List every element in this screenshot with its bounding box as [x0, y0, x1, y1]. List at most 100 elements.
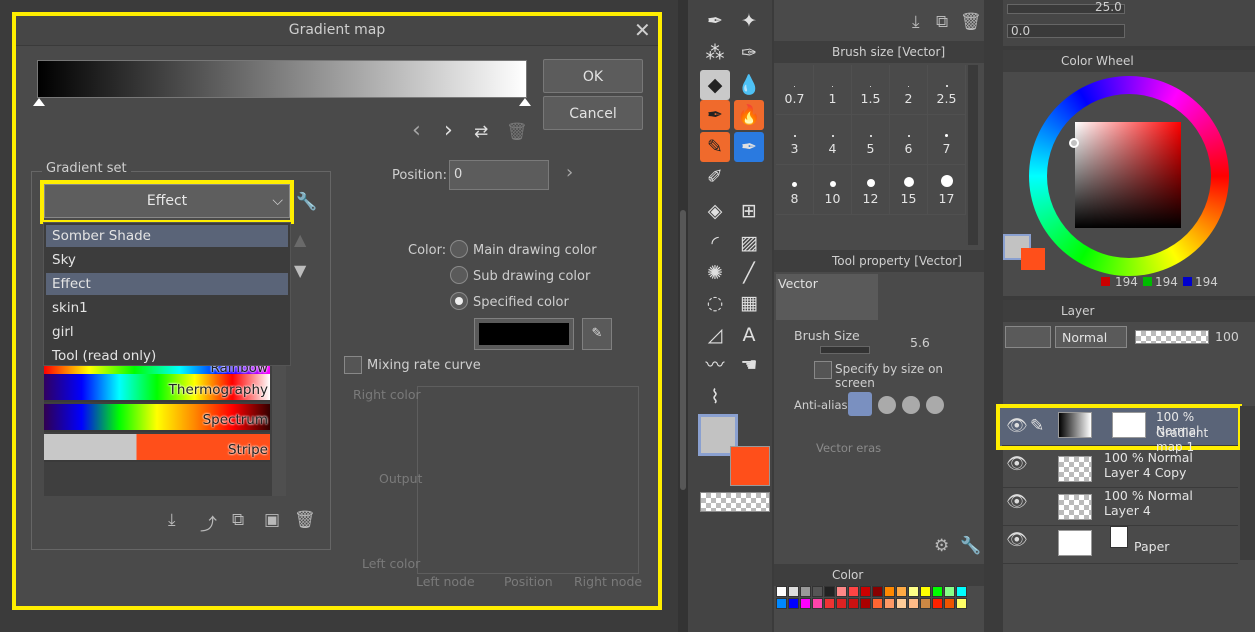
- brush-size-cell[interactable]: 1: [814, 65, 852, 115]
- sparkle-icon[interactable]: ✦: [734, 6, 764, 36]
- palette-swatch[interactable]: [812, 598, 823, 609]
- pen-icon[interactable]: ✒: [700, 6, 730, 36]
- palette-swatch[interactable]: [872, 586, 883, 597]
- palette-swatch[interactable]: [800, 598, 811, 609]
- palette-swatch[interactable]: [824, 598, 835, 609]
- menu-item-effect[interactable]: Effect: [46, 273, 288, 295]
- palette-swatch[interactable]: [932, 598, 943, 609]
- prev-node-icon[interactable]: ‹: [412, 118, 421, 143]
- blend-icon[interactable]: 🔥: [734, 100, 764, 130]
- palette-swatch[interactable]: [944, 586, 955, 597]
- specify-size-checkbox[interactable]: [814, 361, 832, 379]
- wave-icon[interactable]: 〰: [700, 350, 730, 380]
- wheel-sub-color[interactable]: [1021, 248, 1045, 270]
- menu-item-girl[interactable]: girl: [46, 321, 288, 343]
- download-icon[interactable]: ⤓: [912, 12, 920, 32]
- sv-square[interactable]: [1075, 122, 1181, 228]
- wrench-icon[interactable]: 🔧: [296, 192, 317, 212]
- hand-icon[interactable]: ☚: [734, 350, 764, 380]
- cancel-button[interactable]: Cancel: [543, 96, 643, 130]
- nib-icon[interactable]: ✑: [734, 38, 764, 68]
- brush-size-cell[interactable]: 8: [776, 165, 814, 215]
- anti-alias-strong[interactable]: [926, 396, 944, 414]
- gradient-set-dropdown[interactable]: Effect ⌵: [44, 184, 290, 218]
- gradient-stripe[interactable]: Stripe: [44, 434, 270, 462]
- gradient-spectrum[interactable]: Spectrum: [44, 404, 270, 432]
- palette-swatch[interactable]: [812, 586, 823, 597]
- sub-color-chip[interactable]: [730, 446, 770, 486]
- palette-swatch[interactable]: [860, 598, 871, 609]
- palette-swatch[interactable]: [824, 586, 835, 597]
- palette-swatch[interactable]: [944, 598, 955, 609]
- palette-swatch[interactable]: [848, 586, 859, 597]
- brush-size-cell[interactable]: 12: [852, 165, 890, 215]
- brush-size-cell[interactable]: 17: [928, 165, 966, 215]
- eye-icon[interactable]: 👁: [1006, 530, 1028, 550]
- palette-swatch[interactable]: [776, 598, 787, 609]
- eraser-icon[interactable]: ◆: [700, 70, 730, 100]
- curve-graph[interactable]: [417, 386, 639, 574]
- layer-row-layer4[interactable]: 👁 100 % Normal Layer 4: [1002, 488, 1238, 526]
- anti-alias-weak[interactable]: [878, 396, 896, 414]
- mixing-rate-checkbox[interactable]: [344, 356, 362, 374]
- right-node-marker[interactable]: [519, 98, 531, 106]
- wrench-small-icon[interactable]: 🔧: [960, 536, 981, 556]
- flip-icon[interactable]: ⇄: [474, 122, 488, 142]
- delete-icon[interactable]: 🗑: [960, 12, 982, 32]
- add-gradient-icon[interactable]: ▣: [264, 510, 280, 530]
- gradient-thermography[interactable]: Thermography: [44, 374, 270, 402]
- move-down-icon[interactable]: ▼: [294, 261, 306, 280]
- eye-icon[interactable]: 👁: [1006, 492, 1028, 512]
- blend-mode-select[interactable]: Normal: [1055, 326, 1127, 348]
- palette-swatch[interactable]: [872, 598, 883, 609]
- delete-gradient-icon[interactable]: 🗑: [294, 510, 316, 530]
- copy-icon[interactable]: ⧉: [936, 12, 948, 32]
- brush-size-cell[interactable]: 3: [776, 115, 814, 165]
- layer-row-paper[interactable]: 👁 Paper: [1002, 526, 1238, 564]
- ok-button[interactable]: OK: [543, 59, 643, 93]
- palette-swatch[interactable]: [908, 598, 919, 609]
- panel-icon[interactable]: ▦: [734, 288, 764, 318]
- radio-main-color[interactable]: [450, 240, 468, 258]
- menu-item-tool[interactable]: Tool (read only): [46, 345, 288, 367]
- drops-icon[interactable]: 💧: [734, 70, 764, 100]
- sv-cursor[interactable]: [1069, 138, 1079, 148]
- palette-swatch[interactable]: [848, 598, 859, 609]
- menu-item-somber-shade[interactable]: Somber Shade: [46, 225, 288, 247]
- brush-size-cell[interactable]: 10: [814, 165, 852, 215]
- brush-size-cell[interactable]: 5: [852, 115, 890, 165]
- palette-swatch[interactable]: [788, 598, 799, 609]
- palette-swatch[interactable]: [860, 586, 871, 597]
- brush-size-cell[interactable]: 15: [890, 165, 928, 215]
- brush-size-cell[interactable]: 7: [928, 115, 966, 165]
- palette-swatch[interactable]: [896, 598, 907, 609]
- move-up-icon[interactable]: ▲: [294, 230, 306, 249]
- brush-size-cell[interactable]: 4: [814, 115, 852, 165]
- palette-swatch[interactable]: [800, 586, 811, 597]
- pen-orange-icon[interactable]: ✒: [700, 100, 730, 130]
- brush-size-value[interactable]: 5.6: [910, 335, 930, 350]
- palette-swatch[interactable]: [956, 598, 967, 609]
- eyedrop-tool-icon[interactable]: ⌇: [700, 382, 730, 412]
- next-node-icon[interactable]: ›: [444, 118, 453, 143]
- palette-swatch[interactable]: [908, 586, 919, 597]
- palette-swatch[interactable]: [956, 586, 967, 597]
- eye-icon[interactable]: 👁: [1006, 416, 1028, 436]
- opacity-value[interactable]: 100: [1215, 329, 1239, 344]
- brush-size-cell[interactable]: 2: [890, 65, 928, 115]
- opacity-slider[interactable]: [1135, 330, 1209, 344]
- brush-size-cell[interactable]: 0.7: [776, 65, 814, 115]
- left-node-marker[interactable]: [33, 98, 45, 106]
- eye-icon[interactable]: 👁: [1006, 454, 1028, 474]
- layer-scrollbar[interactable]: [1240, 406, 1255, 560]
- anti-alias-mid[interactable]: [902, 396, 920, 414]
- palette-swatch[interactable]: [788, 586, 799, 597]
- close-icon[interactable]: ✕: [634, 18, 651, 42]
- trash-icon[interactable]: 🗑: [506, 122, 528, 142]
- brush-size-cell[interactable]: 2.5: [928, 65, 966, 115]
- airbrush-icon[interactable]: ⁂: [700, 38, 730, 68]
- palette-swatch[interactable]: [932, 586, 943, 597]
- gradient-preview-bar[interactable]: [37, 60, 527, 98]
- edit-icon[interactable]: ✎: [1030, 416, 1044, 436]
- gradient-tool-icon[interactable]: ▨: [734, 228, 764, 258]
